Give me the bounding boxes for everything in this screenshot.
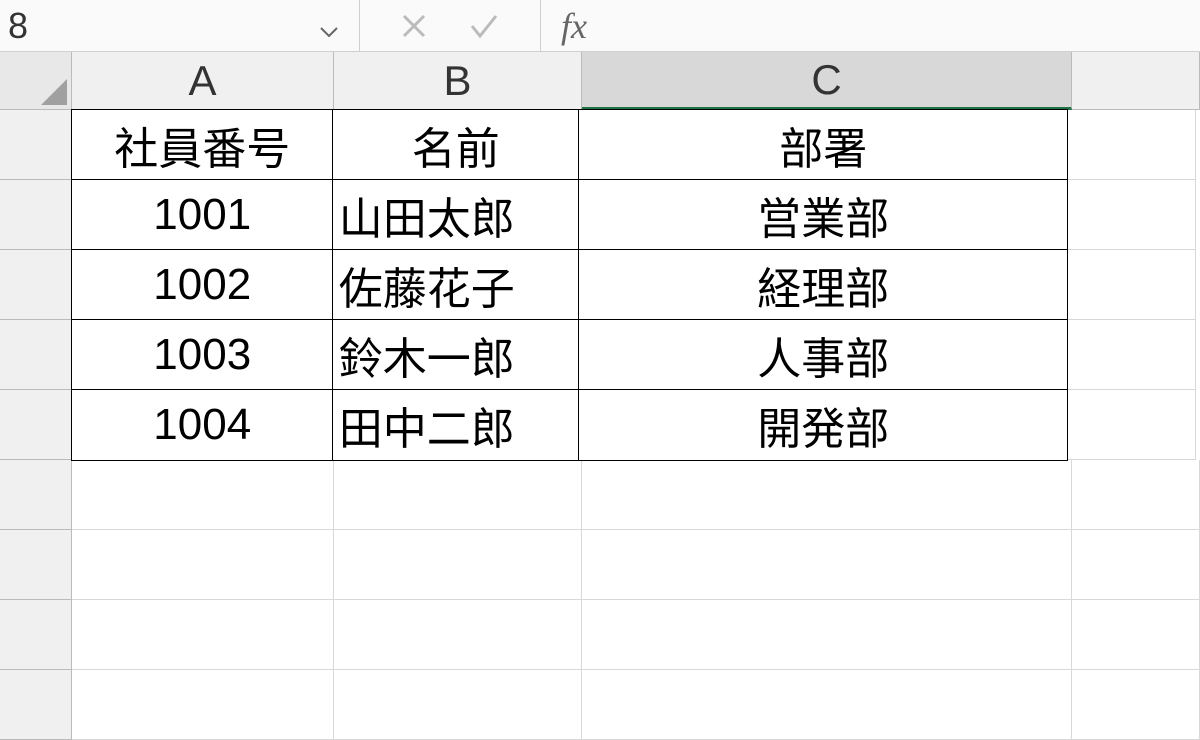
cell[interactable]: 山田太郎 [332,179,580,251]
row-header[interactable] [0,250,72,320]
table-row: 1003 鈴木一郎 人事部 [72,320,1200,390]
cell[interactable]: 佐藤花子 [332,249,580,321]
cell[interactable] [72,460,334,530]
cell[interactable]: 1001 [71,179,333,251]
cells-area: 社員番号 名前 部署 1001 山田太郎 営業部 1002 佐藤花子 経理部 1… [72,110,1200,740]
formula-bar: 8 fx [0,0,1200,52]
column-header-D[interactable] [1072,52,1200,110]
cell[interactable] [1068,180,1196,250]
fx-label[interactable]: fx [541,5,607,47]
cell[interactable] [1072,670,1200,740]
formula-buttons [360,0,541,51]
cell[interactable]: 社員番号 [71,109,333,181]
row-header[interactable] [0,600,72,670]
cell[interactable]: 部署 [578,109,1068,181]
cell[interactable] [1072,600,1200,670]
row-header[interactable] [0,460,72,530]
cell[interactable] [1072,460,1200,530]
table-row [72,600,1200,670]
table-row: 社員番号 名前 部署 [72,110,1200,180]
row-header[interactable] [0,320,72,390]
name-box[interactable]: 8 [0,0,360,51]
cell[interactable]: 1002 [71,249,333,321]
row-header[interactable] [0,180,72,250]
cell[interactable] [72,670,334,740]
cell[interactable] [1068,250,1196,320]
cell[interactable]: 名前 [332,109,580,181]
enter-icon[interactable] [468,12,500,40]
table-row: 1002 佐藤花子 経理部 [72,250,1200,320]
grid-body: 社員番号 名前 部署 1001 山田太郎 営業部 1002 佐藤花子 経理部 1… [0,110,1200,740]
cell[interactable]: 田中二郎 [332,389,580,461]
row-header[interactable] [0,390,72,460]
cell[interactable] [1072,530,1200,600]
cell[interactable] [72,530,334,600]
cell[interactable]: 1003 [71,319,333,391]
cell[interactable]: 1004 [71,389,333,461]
cell[interactable]: 経理部 [578,249,1068,321]
cell[interactable] [1068,320,1196,390]
cell[interactable]: 鈴木一郎 [332,319,580,391]
cell[interactable] [334,670,582,740]
table-row [72,530,1200,600]
cell[interactable] [1068,390,1196,460]
row-header[interactable] [0,530,72,600]
cell[interactable] [582,600,1072,670]
cell[interactable] [334,600,582,670]
cell[interactable] [72,600,334,670]
name-box-value: 8 [8,5,28,47]
table-row [72,670,1200,740]
column-header-B[interactable]: B [334,52,582,110]
table-row [72,460,1200,530]
cell[interactable] [334,460,582,530]
column-headers: A B C [0,52,1200,110]
table-row: 1004 田中二郎 開発部 [72,390,1200,460]
cell[interactable] [582,670,1072,740]
cell[interactable] [334,530,582,600]
row-header[interactable] [0,110,72,180]
row-header[interactable] [0,670,72,740]
column-header-A[interactable]: A [72,52,334,110]
chevron-down-icon[interactable] [319,5,339,47]
spreadsheet-grid: A B C 社員番号 名前 部署 1001 山田太郎 [0,52,1200,740]
row-headers [0,110,72,740]
select-all-corner[interactable] [0,52,72,110]
cell[interactable] [582,530,1072,600]
cell[interactable] [582,460,1072,530]
cancel-icon[interactable] [400,12,428,40]
cell[interactable]: 人事部 [578,319,1068,391]
cell[interactable]: 営業部 [578,179,1068,251]
column-header-C[interactable]: C [582,52,1072,110]
table-row: 1001 山田太郎 営業部 [72,180,1200,250]
cell[interactable]: 開発部 [578,389,1068,461]
cell[interactable] [1068,110,1196,180]
